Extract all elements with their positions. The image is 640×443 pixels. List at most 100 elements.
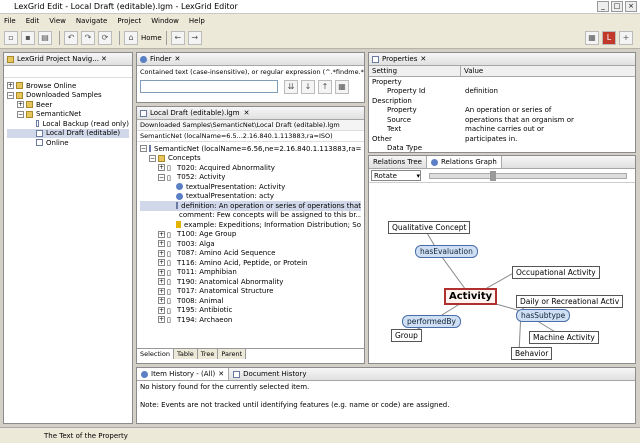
tree-item[interactable]: + ▯ T008: Animal — [140, 296, 361, 306]
close-icon[interactable]: ✕ — [218, 370, 224, 378]
expand-icon[interactable]: + — [158, 278, 165, 286]
tree-item[interactable]: definition: An operation or series of op… — [140, 201, 361, 211]
tree-item[interactable]: − SemanticNet (localName=6.56,ne=2.16.840… — [140, 144, 361, 154]
tree-item[interactable]: + ▯ T100: Age Group — [140, 230, 361, 240]
find-all-icon[interactable]: ⇊ — [284, 80, 298, 94]
forward-icon[interactable]: → — [187, 30, 202, 45]
tree-item[interactable]: + ▯ T017: Anatomical Structure — [140, 287, 361, 297]
expand-icon[interactable]: + — [17, 101, 24, 109]
column-header-value[interactable]: Value — [461, 66, 486, 76]
tree-item[interactable]: + Beer — [7, 100, 129, 110]
tree-item[interactable]: − SemanticNet — [7, 110, 129, 120]
refresh-icon[interactable]: ⟳ — [98, 30, 112, 45]
tab-relations-tree[interactable]: Relations Tree — [369, 158, 426, 166]
menu-navigate[interactable]: Navigate — [76, 17, 107, 25]
tree-item[interactable]: + ▯ T087: Amino Acid Sequence — [140, 249, 361, 259]
expand-icon[interactable]: + — [158, 297, 165, 305]
expand-icon[interactable]: + — [158, 164, 165, 172]
tab-table[interactable]: Table — [173, 349, 198, 359]
graph-node[interactable]: Group — [391, 329, 422, 342]
menu-help[interactable]: Help — [189, 17, 205, 25]
property-row[interactable]: Property — [369, 77, 635, 87]
graph-relation[interactable]: hasSubtype — [516, 309, 571, 322]
graph-relation[interactable]: performedBy — [402, 315, 461, 328]
minimize-button[interactable]: _ — [597, 1, 609, 12]
property-row[interactable]: Property An operation or series of — [369, 106, 635, 116]
expand-icon[interactable]: + — [7, 82, 14, 90]
tree-item[interactable]: − Concepts — [140, 154, 361, 164]
collapse-icon[interactable]: − — [140, 145, 147, 153]
tab-tree[interactable]: Tree — [197, 349, 219, 359]
graph-node[interactable]: Qualitative Concept — [388, 221, 471, 234]
close-icon[interactable]: ✕ — [244, 109, 250, 117]
maximize-button[interactable]: □ — [611, 1, 623, 12]
tree-item[interactable]: textualPresentation: Activity — [140, 182, 361, 192]
tree-item[interactable]: comment: Few concepts will be assigned t… — [140, 211, 361, 221]
close-button[interactable]: × — [625, 1, 637, 12]
back-icon[interactable]: ← — [170, 30, 185, 45]
tree-item[interactable]: − Downloaded Samples — [7, 91, 129, 101]
mode-select[interactable]: Rotate ▾ — [371, 170, 421, 181]
menu-window[interactable]: Window — [151, 17, 179, 25]
collapse-icon[interactable]: − — [158, 173, 165, 181]
expand-icon[interactable]: + — [158, 240, 165, 248]
tree-item[interactable]: + ▯ T190: Anatomical Abnormality — [140, 277, 361, 287]
graph-node[interactable]: Daily or Recreational Activ — [516, 295, 624, 308]
tree-item[interactable]: − ▯ T052: Activity — [140, 173, 361, 183]
zoom-slider[interactable] — [429, 170, 627, 181]
menu-project[interactable]: Project — [117, 17, 141, 25]
tree-item[interactable]: + ▯ T195: Antibiotic — [140, 306, 361, 316]
property-row[interactable]: Text machine carries out or — [369, 125, 635, 135]
tree-item[interactable]: Online — [7, 138, 129, 148]
home-button[interactable]: ⌂ Home — [124, 30, 162, 45]
close-icon[interactable]: ✕ — [420, 55, 426, 63]
collapse-icon[interactable]: − — [149, 154, 156, 162]
menu-file[interactable]: File — [4, 17, 16, 25]
property-row[interactable]: Source operations that an organism or — [369, 115, 635, 125]
undo-icon[interactable]: ↶ — [64, 30, 78, 45]
tab-relations-graph[interactable]: Relations Graph — [425, 156, 502, 168]
tab-parent[interactable]: Parent — [218, 349, 247, 359]
tree-item[interactable]: + Browse Online — [7, 81, 129, 91]
tree-item[interactable]: example: Expeditions; Information Distri… — [140, 220, 361, 230]
expand-icon[interactable]: + — [158, 230, 165, 238]
close-icon[interactable]: ✕ — [175, 55, 181, 63]
find-up-icon[interactable]: ↑ — [318, 80, 332, 94]
expand-icon[interactable]: + — [158, 249, 165, 257]
tab-item-history[interactable]: Item History - (All) ✕ — [137, 368, 230, 380]
save-icon[interactable]: ▪ — [21, 30, 35, 45]
expand-icon[interactable]: + — [158, 287, 165, 295]
tab-document-history[interactable]: Document History — [229, 370, 310, 378]
perspective-icon[interactable]: ▦ — [585, 30, 599, 45]
tree-item[interactable]: + ▯ T194: Archaeon — [140, 315, 361, 325]
find-options-icon[interactable]: ▦ — [335, 80, 349, 94]
menu-edit[interactable]: Edit — [26, 17, 40, 25]
editor-tab[interactable]: Local Draft (editable).lgm ✕ — [137, 107, 364, 120]
property-row[interactable]: Description — [369, 96, 635, 106]
tree-item[interactable]: Local Draft (editable) — [7, 128, 129, 138]
column-header-setting[interactable]: Setting — [369, 66, 461, 76]
collapse-icon[interactable]: − — [17, 110, 24, 118]
tree-item[interactable]: textualPresentation: acty — [140, 192, 361, 202]
redo-icon[interactable]: ↷ — [81, 30, 95, 45]
tree-item[interactable]: Local Backup (read only) — [7, 119, 129, 129]
graph-node[interactable]: Machine Activity — [529, 331, 599, 344]
collapse-icon[interactable]: − — [7, 91, 14, 99]
property-row[interactable]: Data Type — [369, 144, 635, 154]
tab-selection[interactable]: Selection — [137, 349, 174, 359]
tree-item[interactable]: + ▯ T003: Alga — [140, 239, 361, 249]
lexgrid-perspective-icon[interactable]: L — [602, 30, 616, 45]
menu-view[interactable]: View — [49, 17, 66, 25]
tree-item[interactable]: + ▯ T116: Amino Acid, Peptide, or Protein — [140, 258, 361, 268]
relations-graph-canvas[interactable]: Qualitative Concept hasEvaluation Occupa… — [369, 183, 635, 363]
tree-item[interactable]: + ▯ T011: Amphibian — [140, 268, 361, 278]
close-icon[interactable]: ✕ — [101, 55, 107, 63]
property-row[interactable]: Property Id definition — [369, 87, 635, 97]
graph-node-center[interactable]: Activity — [444, 288, 498, 305]
graph-node[interactable]: Occupational Activity — [512, 266, 600, 279]
graph-relation[interactable]: hasEvaluation — [415, 245, 478, 258]
finder-input[interactable] — [140, 80, 278, 93]
new-icon[interactable]: ▫ — [4, 30, 18, 45]
property-row[interactable]: Other participates in. — [369, 134, 635, 144]
find-down-icon[interactable]: ↓ — [301, 80, 315, 94]
